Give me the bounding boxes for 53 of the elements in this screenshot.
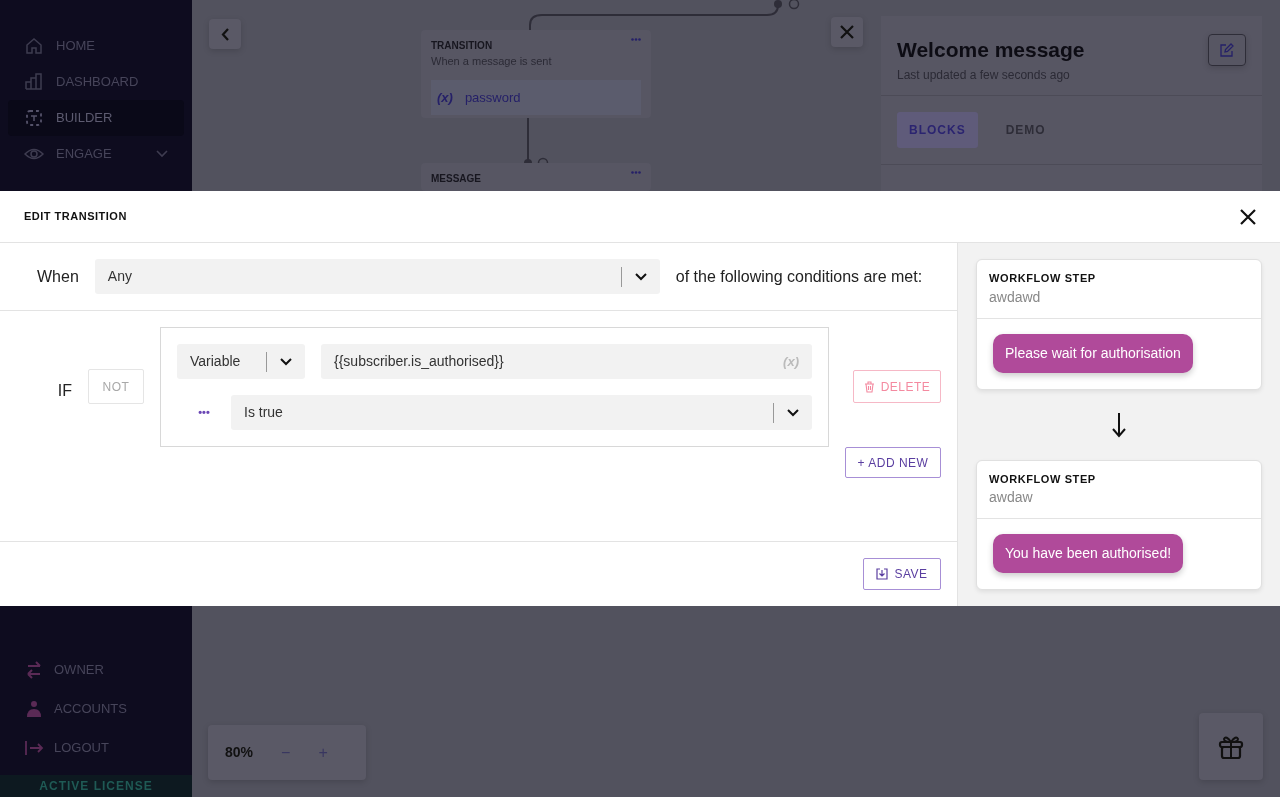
delete-button[interactable]: DELETE — [853, 370, 941, 403]
gift-button[interactable] — [1199, 713, 1263, 780]
sidebar-item[interactable]: DASHBOARD — [8, 64, 184, 100]
chevron-down-icon — [280, 357, 292, 366]
tab[interactable]: BLOCKS — [897, 112, 978, 148]
step-name: awdawd — [989, 287, 1042, 307]
if-label: IF — [56, 381, 73, 401]
conditions-label: of the following conditions are met: — [675, 266, 923, 287]
zoom-out-button[interactable]: − — [281, 740, 291, 765]
chevron-down-icon — [787, 408, 799, 417]
sidebar-item[interactable]: ACCOUNTS — [0, 689, 192, 728]
message-bubble: Please wait for authorisation — [993, 333, 1193, 373]
step-label: WORKFLOW STEP — [989, 271, 1097, 286]
sidebar-item[interactable]: ENGAGE — [8, 136, 184, 172]
message-node[interactable]: MESSAGE — [421, 163, 651, 191]
chevron-down-icon — [634, 272, 647, 281]
match-select[interactable]: Any — [94, 259, 660, 294]
down-arrow-icon — [1112, 411, 1126, 438]
sidebar-item[interactable]: BUILDER — [8, 100, 184, 136]
message-bubble: You have been authorised! — [993, 534, 1184, 573]
back-button[interactable] — [209, 19, 241, 49]
bar-chart-icon — [24, 72, 44, 92]
edit-button[interactable] — [1208, 34, 1246, 66]
source-select[interactable]: Variable — [177, 344, 305, 379]
zoom-level: 80% — [225, 743, 254, 762]
person-icon — [24, 698, 44, 719]
dialog-title: EDIT TRANSITION — [24, 209, 127, 225]
step-name: awdaw — [989, 488, 1034, 507]
dashed-frame-icon — [24, 108, 44, 128]
edit-icon — [1220, 43, 1234, 57]
more-button[interactable]: ••• — [177, 404, 231, 421]
home-icon — [24, 36, 44, 56]
sidebar-item[interactable]: LOGOUT — [0, 728, 192, 767]
close-icon — [839, 24, 855, 40]
trash-icon — [863, 380, 875, 393]
variable-chip: (x) password — [431, 79, 641, 115]
sidebar-item[interactable]: HOME — [8, 28, 184, 64]
add-new-button[interactable]: + ADD NEW — [845, 447, 941, 478]
save-button[interactable]: SAVE — [863, 558, 941, 590]
operator-select[interactable]: Is true — [231, 395, 812, 430]
more-icon — [631, 38, 641, 41]
close-icon — [1240, 209, 1256, 226]
panel-title: Welcome message — [897, 37, 1085, 63]
when-label: When — [37, 266, 79, 287]
node-title: MESSAGE — [431, 172, 481, 186]
node-title: TRANSITION — [431, 39, 493, 53]
license-status: ACTIVE LICENSE — [0, 775, 192, 797]
save-icon — [876, 568, 889, 580]
sidebar-item[interactable]: OWNER — [0, 650, 192, 689]
zoom-in-button[interactable]: + — [318, 740, 328, 765]
step-label: WORKFLOW STEP — [989, 471, 1097, 487]
more-icon — [631, 171, 641, 174]
chevron-left-icon — [221, 27, 229, 41]
